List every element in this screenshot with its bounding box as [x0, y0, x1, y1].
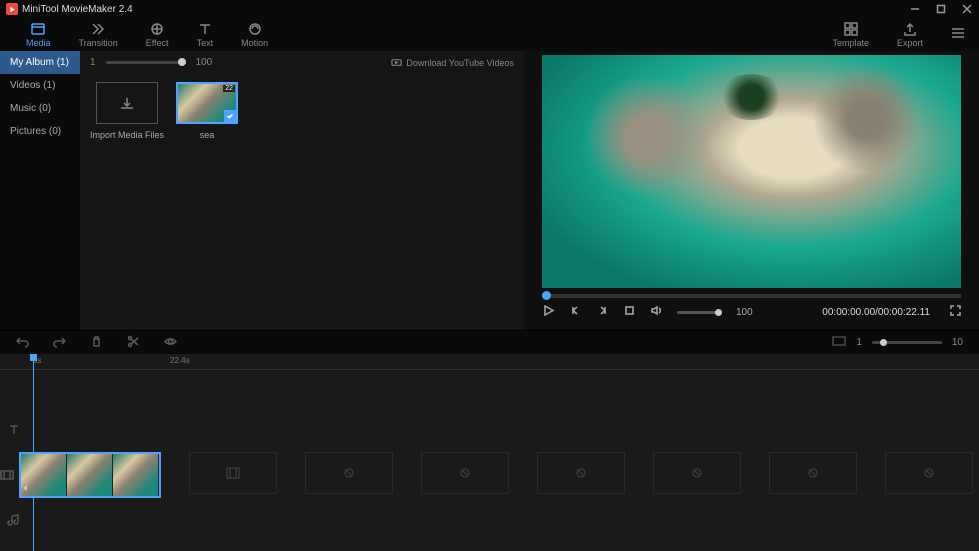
video-track-icon — [0, 468, 14, 482]
audio-track-icon — [0, 513, 28, 527]
timeline-zoom-min: 1 — [856, 337, 862, 348]
template-label: Template — [832, 38, 869, 48]
main-toolbar: Media Transition Effect Text Motion Temp… — [0, 18, 979, 51]
export-label: Export — [897, 38, 923, 48]
tab-motion[interactable]: Motion — [227, 18, 282, 51]
preview-panel: 100 00:00:00.00/00:00:22.11 — [524, 51, 979, 330]
sidebar-pictures-label: Pictures — [10, 126, 46, 137]
transition-icon — [90, 21, 106, 37]
audio-track[interactable] — [0, 506, 979, 534]
app-title: MiniTool MovieMaker 2.4 — [22, 4, 133, 15]
media-panel: 1 100 Download YouTube Videos Import Med… — [80, 51, 524, 330]
thumb-zoom-slider[interactable] — [106, 61, 186, 64]
tab-effect-label: Effect — [146, 38, 169, 48]
selected-check-icon — [224, 110, 236, 122]
empty-slot[interactable] — [769, 452, 857, 494]
minimize-button[interactable] — [909, 3, 921, 15]
empty-slot[interactable] — [653, 452, 741, 494]
play-button[interactable] — [542, 304, 555, 320]
undo-button[interactable] — [16, 335, 29, 351]
video-track[interactable] — [0, 452, 979, 498]
text-track[interactable] — [0, 416, 979, 444]
timeline-ruler[interactable]: 0s 22.4s — [0, 354, 979, 370]
volume-value: 100 — [736, 307, 753, 318]
fit-button[interactable] — [832, 336, 846, 349]
media-clip-sea[interactable]: 22 sea — [176, 82, 238, 140]
sidebar-item-pictures[interactable]: Pictures (0) — [0, 120, 80, 143]
tab-media-label: Media — [26, 38, 51, 48]
fullscreen-button[interactable] — [950, 305, 961, 319]
text-icon — [197, 21, 213, 37]
split-button[interactable] — [127, 335, 140, 351]
empty-slot[interactable] — [421, 452, 509, 494]
import-label: Import Media Files — [90, 130, 164, 140]
sidebar-pictures-count: (0) — [49, 126, 61, 137]
stop-button[interactable] — [623, 304, 636, 320]
template-icon — [843, 21, 859, 37]
media-clip-label: sea — [200, 130, 215, 140]
sidebar-music-count: (0) — [39, 103, 51, 114]
thumb-zoom-min: 1 — [90, 57, 96, 68]
timeline-zoom-max: 10 — [952, 337, 963, 348]
empty-slot[interactable] — [189, 452, 277, 494]
prev-frame-button[interactable] — [569, 304, 582, 320]
text-track-icon — [0, 423, 28, 437]
sidebar-item-music[interactable]: Music (0) — [0, 97, 80, 120]
close-button[interactable] — [961, 3, 973, 15]
export-button[interactable]: Export — [883, 18, 937, 51]
thumb-zoom-value: 100 — [196, 57, 213, 68]
media-thumb[interactable]: 22 — [176, 82, 238, 124]
volume-icon[interactable] — [650, 304, 663, 320]
tab-text-label: Text — [197, 38, 214, 48]
empty-slot[interactable] — [305, 452, 393, 494]
import-box[interactable] — [96, 82, 158, 124]
motion-icon — [247, 21, 263, 37]
preview-timecode: 00:00:00.00/00:00:22.11 — [822, 307, 930, 318]
media-thumb-duration: 22 — [223, 85, 235, 92]
sidebar-videos-count: (1) — [43, 80, 55, 91]
preview-seek-slider[interactable] — [542, 294, 961, 298]
export-icon — [902, 21, 918, 37]
timeline-zoom-slider[interactable] — [872, 341, 942, 344]
volume-slider[interactable] — [677, 311, 722, 314]
tab-motion-label: Motion — [241, 38, 268, 48]
titlebar: MiniTool MovieMaker 2.4 — [0, 0, 979, 18]
sidebar-item-videos[interactable]: Videos (1) — [0, 74, 80, 97]
timeline[interactable]: 0s 22.4s — [0, 354, 979, 551]
tab-transition[interactable]: Transition — [65, 18, 132, 51]
empty-slot[interactable] — [537, 452, 625, 494]
maximize-button[interactable] — [935, 3, 947, 15]
tab-media[interactable]: Media — [12, 18, 65, 51]
tab-effect[interactable]: Effect — [132, 18, 183, 51]
next-frame-button[interactable] — [596, 304, 609, 320]
sidebar-item-myalbum[interactable]: My Album (1) — [0, 51, 80, 74]
redo-button[interactable] — [53, 335, 66, 351]
sidebar-music-label: Music — [10, 103, 36, 114]
time-current: 00:00:00.00 — [822, 307, 875, 318]
clip-audio-icon — [23, 483, 31, 495]
delete-button[interactable] — [90, 335, 103, 351]
menu-button[interactable] — [949, 24, 967, 45]
effect-icon — [149, 21, 165, 37]
ruler-tick-mark: 22.4s — [170, 356, 190, 365]
timeline-toolbar: 1 10 — [0, 330, 979, 354]
media-icon — [30, 21, 46, 37]
download-youtube-link[interactable]: Download YouTube Videos — [391, 57, 514, 68]
download-youtube-label: Download YouTube Videos — [406, 58, 514, 68]
app-logo — [6, 3, 18, 15]
import-media-item[interactable]: Import Media Files — [90, 82, 164, 140]
preview-button[interactable] — [164, 335, 177, 351]
tab-transition-label: Transition — [79, 38, 118, 48]
timeline-clip[interactable] — [19, 452, 161, 498]
time-total: 00:00:22.11 — [878, 307, 930, 318]
template-button[interactable]: Template — [818, 18, 883, 51]
preview-canvas — [542, 55, 961, 288]
sidebar-myalbum-count: (1) — [57, 57, 69, 68]
sidebar-myalbum-label: My Album — [10, 57, 54, 68]
sidebar-videos-label: Videos — [10, 80, 40, 91]
tab-text[interactable]: Text — [183, 18, 228, 51]
empty-slot[interactable] — [885, 452, 973, 494]
media-sidebar: My Album (1) Videos (1) Music (0) Pictur… — [0, 51, 80, 330]
